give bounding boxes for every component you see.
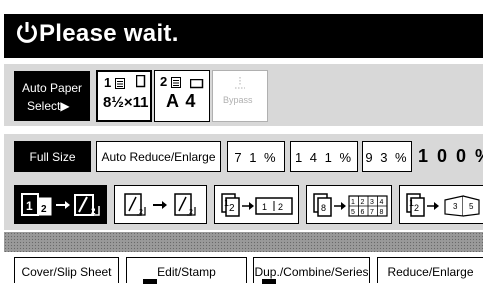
status-text: Please wait. <box>39 20 179 47</box>
svg-text:2: 2 <box>189 209 193 216</box>
eight-in-one-icon: 8 1 2 3 4 5 6 7 8 <box>312 192 390 223</box>
booklet-icon: 2 1 3 5 <box>405 192 483 223</box>
ratio-label: 7 1 % <box>234 150 278 165</box>
combine-two-to-one-button[interactable]: 2 1 1 2 <box>214 185 299 224</box>
svg-text:2: 2 <box>361 199 365 206</box>
svg-text:5: 5 <box>351 209 355 216</box>
tray-icon <box>115 76 125 94</box>
svg-text:1: 1 <box>26 199 33 213</box>
tab-indicator <box>262 279 276 284</box>
tray-number: 2 <box>160 74 168 89</box>
auto-paper-label-line1: Auto Paper <box>22 81 83 95</box>
status-bar: Please wait. <box>4 14 483 58</box>
portrait-paper-icon <box>135 74 146 93</box>
bypass-label: Bypass <box>223 95 253 105</box>
svg-text:5: 5 <box>469 202 474 211</box>
tab-edit-stamp[interactable]: Edit/Stamp <box>126 257 247 284</box>
power-icon <box>16 20 38 44</box>
tab-indicator <box>143 279 157 284</box>
svg-text:2: 2 <box>91 207 96 216</box>
one-sided-to-two-sided-button[interactable]: 1 2 2 <box>14 185 107 224</box>
svg-text:1: 1 <box>224 198 229 208</box>
status-message: Please wait. <box>16 20 179 48</box>
svg-text:2: 2 <box>41 204 47 215</box>
one-to-two-sided-icon: 1 2 2 <box>21 192 103 223</box>
auto-reduce-enlarge-label: Auto Reduce/Enlarge <box>101 150 216 164</box>
tray-2-button[interactable]: 2 A 4 <box>154 70 210 122</box>
tray-number: 1 <box>104 75 112 90</box>
svg-text:1: 1 <box>409 198 414 208</box>
full-size-button[interactable]: Full Size <box>14 141 91 172</box>
two-to-two-sided-icon: 2 2 <box>121 192 203 223</box>
auto-paper-select-button[interactable]: Auto Paper Select▶ <box>14 71 90 121</box>
ratio-label: 9 3 % <box>365 150 409 165</box>
ratio-label: 1 4 1 % <box>294 150 354 165</box>
tray-1-button[interactable]: 1 8½×11 <box>96 70 152 122</box>
svg-text:3: 3 <box>370 199 374 206</box>
booklet-button[interactable]: 2 1 3 5 <box>399 185 483 224</box>
svg-text:2: 2 <box>139 209 143 216</box>
svg-text:1: 1 <box>262 202 267 212</box>
combine-eight-to-one-button[interactable]: 8 1 2 3 4 5 6 7 8 <box>306 185 392 224</box>
tab-dup-combine-series[interactable]: Dup./Combine/Series <box>253 257 370 284</box>
tray-paper-size: A 4 <box>166 91 197 111</box>
ratio-141-button[interactable]: 1 4 1 % <box>290 141 358 172</box>
tab-reduce-enlarge[interactable]: Reduce/Enlarge <box>377 257 483 283</box>
auto-paper-label-line2: Select▶ <box>27 99 70 113</box>
svg-text:1: 1 <box>351 199 355 206</box>
separator-band <box>4 232 483 252</box>
svg-text:2: 2 <box>278 202 283 212</box>
svg-text:2: 2 <box>229 203 235 214</box>
ratio-71-button[interactable]: 7 1 % <box>227 141 285 172</box>
tab-cover-slip-sheet[interactable]: Cover/Slip Sheet <box>14 257 119 283</box>
ratio-93-button[interactable]: 9 3 % <box>362 141 412 172</box>
svg-text:8: 8 <box>321 203 326 213</box>
svg-text:6: 6 <box>361 209 365 216</box>
auto-reduce-enlarge-button[interactable]: Auto Reduce/Enlarge <box>96 141 221 172</box>
tab-label: Reduce/Enlarge <box>387 265 474 279</box>
bypass-icon <box>233 76 247 95</box>
svg-text:4: 4 <box>380 199 384 206</box>
bypass-tray-button[interactable]: Bypass <box>212 70 268 122</box>
full-size-label: Full Size <box>29 150 76 164</box>
tab-label: Dup./Combine/Series <box>254 265 369 279</box>
tray-paper-size: 8½×11 <box>103 94 149 111</box>
svg-text:7: 7 <box>370 209 374 216</box>
tab-label: Cover/Slip Sheet <box>21 265 112 279</box>
current-ratio: 1 0 0 % <box>418 146 483 166</box>
svg-text:3: 3 <box>453 202 458 211</box>
svg-text:8: 8 <box>380 209 384 216</box>
svg-text:2: 2 <box>414 203 419 213</box>
tab-label: Edit/Stamp <box>157 265 216 279</box>
two-sided-to-two-sided-button[interactable]: 2 2 <box>114 185 207 224</box>
two-in-one-icon: 2 1 1 2 <box>220 192 296 223</box>
